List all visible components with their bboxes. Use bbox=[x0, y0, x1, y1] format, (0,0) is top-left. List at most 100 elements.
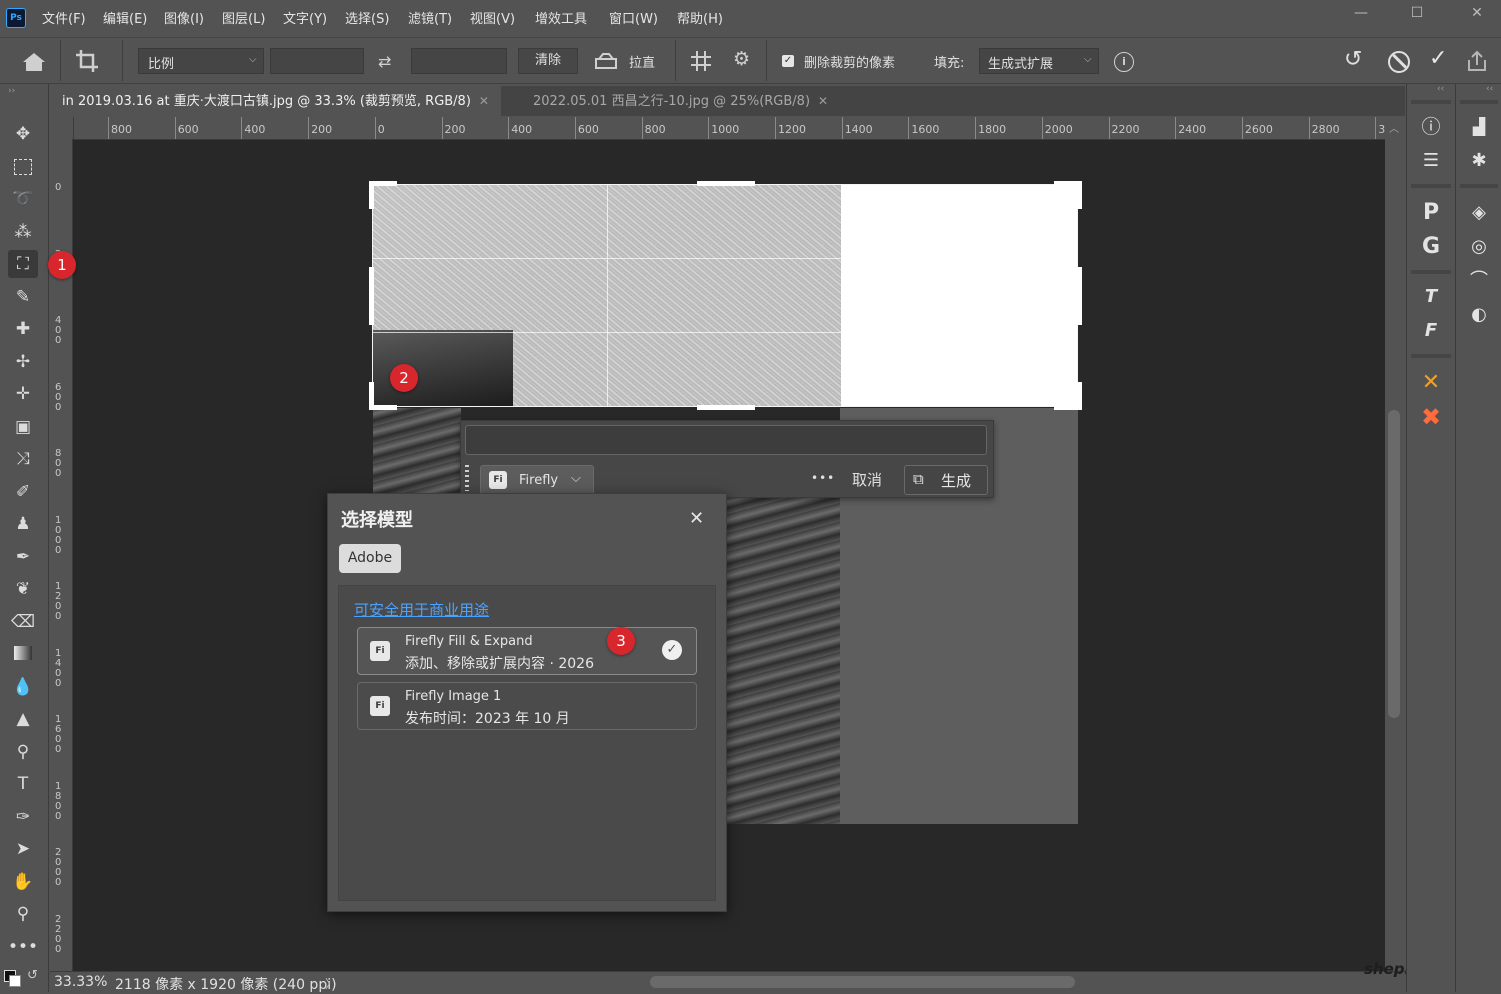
straighten-icon[interactable] bbox=[594, 51, 618, 71]
brush-icon[interactable]: ✐ bbox=[8, 478, 38, 506]
grid-overlay-icon[interactable] bbox=[690, 50, 712, 72]
histogram-panel-icon[interactable]: ▟ bbox=[1464, 112, 1494, 142]
close-window-button[interactable]: ✕ bbox=[1466, 4, 1488, 22]
status-menu-arrow[interactable]: 〉 bbox=[325, 975, 337, 992]
swap-icon[interactable]: ⇄ bbox=[378, 52, 391, 71]
healing-icon[interactable]: ✢ bbox=[8, 348, 38, 376]
menu-plugins[interactable]: 增效工具 bbox=[535, 8, 587, 27]
more-icon[interactable]: ••• bbox=[8, 933, 38, 961]
menu-select[interactable]: 选择(S) bbox=[345, 8, 389, 27]
properties-panel-icon[interactable]: ◐ bbox=[1464, 300, 1494, 330]
crop-frame[interactable] bbox=[372, 184, 1078, 407]
collapse-panel-icon[interactable]: ‹‹ bbox=[1437, 84, 1444, 94]
drag-handle-icon[interactable] bbox=[465, 465, 469, 491]
mixer-brush-icon[interactable]: ❦ bbox=[8, 575, 38, 603]
collapse-panel-icon[interactable]: ›› bbox=[8, 86, 15, 96]
vertical-scroll-thumb[interactable] bbox=[1388, 410, 1400, 718]
commit-crop-icon[interactable]: ✓ bbox=[1429, 46, 1447, 71]
eraser-icon[interactable]: ⌫ bbox=[8, 608, 38, 636]
blur-icon[interactable]: 💧 bbox=[8, 673, 38, 701]
reset-icon[interactable]: ↺ bbox=[1344, 47, 1362, 72]
info-icon[interactable]: i bbox=[1114, 52, 1134, 72]
plugin-p-icon[interactable]: P bbox=[1416, 198, 1446, 228]
sharpen-icon[interactable]: ▲ bbox=[8, 705, 38, 733]
marquee-icon[interactable] bbox=[8, 153, 38, 181]
info-panel-icon[interactable]: ⓘ bbox=[1416, 112, 1446, 142]
history-brush-icon[interactable]: ✒ bbox=[8, 543, 38, 571]
menu-filter[interactable]: 滤镜(T) bbox=[408, 8, 452, 27]
tab-document-2[interactable]: 2022.05.01 西昌之行-10.jpg @ 25%(RGB/8) ✕ bbox=[521, 86, 840, 116]
layers-panel-icon[interactable]: ◈ bbox=[1464, 198, 1494, 228]
stamp-icon[interactable]: ♟ bbox=[8, 510, 38, 538]
tab-document-1[interactable]: in 2019.03.16 at 重庆·大渡口古镇.jpg @ 33.3% (裁… bbox=[50, 86, 501, 116]
move-icon[interactable]: ✥ bbox=[8, 120, 38, 148]
menu-help[interactable]: 帮助(H) bbox=[677, 8, 723, 27]
clear-button[interactable]: 清除 bbox=[518, 48, 578, 74]
path-select-icon[interactable]: ➤ bbox=[8, 835, 38, 863]
cancel-button[interactable]: 取消 bbox=[852, 469, 882, 490]
close-icon[interactable]: ✕ bbox=[689, 508, 704, 529]
zoom-level[interactable]: 33.33% bbox=[54, 974, 107, 990]
hand-icon[interactable]: ✋ bbox=[8, 868, 38, 896]
menu-edit[interactable]: 编辑(E) bbox=[103, 8, 147, 27]
adjustments-panel-icon[interactable]: ☰ bbox=[1416, 146, 1446, 176]
menu-file[interactable]: 文件(F) bbox=[42, 8, 86, 27]
crop-tool-icon[interactable] bbox=[74, 48, 100, 74]
height-input[interactable] bbox=[411, 48, 507, 74]
menu-window[interactable]: 窗口(W) bbox=[609, 8, 658, 27]
zoom-icon[interactable]: ⚲ bbox=[8, 900, 38, 928]
ratio-dropdown[interactable]: 比例 ⌵ bbox=[138, 48, 264, 74]
menu-layer[interactable]: 图层(L) bbox=[222, 8, 265, 27]
commercial-safe-link[interactable]: 可安全用于商业用途 bbox=[354, 599, 489, 620]
patch-icon[interactable]: ✛ bbox=[8, 380, 38, 408]
generate-button[interactable]: ⧉ 生成 bbox=[904, 465, 988, 495]
scroll-up-icon[interactable]: ︿ bbox=[1389, 120, 1399, 135]
content-aware-icon[interactable]: ▣ bbox=[8, 413, 38, 441]
crop-handle[interactable] bbox=[369, 267, 374, 325]
straighten-label[interactable]: 拉直 bbox=[629, 52, 655, 71]
type-icon[interactable]: T bbox=[8, 770, 38, 798]
minimize-button[interactable]: — bbox=[1350, 4, 1372, 22]
provider-tab-adobe[interactable]: Adobe bbox=[339, 544, 401, 573]
spot-healing-icon[interactable]: ✚ bbox=[8, 315, 38, 343]
model-select-button[interactable]: Fi Firefly ⌵ bbox=[480, 465, 594, 495]
settings-gear-icon[interactable]: ⚙ bbox=[733, 48, 750, 70]
pen-icon[interactable]: ✑ bbox=[8, 803, 38, 831]
swap-colors-icon[interactable]: ↺ bbox=[27, 968, 38, 983]
home-icon[interactable] bbox=[20, 50, 48, 74]
crop-icon[interactable]: ⛶ bbox=[8, 250, 38, 278]
crop-handle[interactable] bbox=[1077, 267, 1082, 325]
prompt-input[interactable] bbox=[465, 425, 987, 455]
close-tab-icon[interactable]: ✕ bbox=[818, 94, 828, 108]
dodge-icon[interactable]: ⚲ bbox=[8, 738, 38, 766]
shuffle-icon[interactable]: ⤨ bbox=[8, 445, 38, 473]
paths-panel-icon[interactable]: ⌒ bbox=[1464, 266, 1494, 296]
delete-cropped-checkbox[interactable]: ✓ bbox=[782, 55, 794, 67]
channels-panel-icon[interactable]: ◎ bbox=[1464, 232, 1494, 262]
share-icon[interactable] bbox=[1466, 50, 1488, 72]
menu-view[interactable]: 视图(V) bbox=[470, 8, 515, 27]
character-panel-icon[interactable]: T bbox=[1416, 282, 1446, 312]
cancel-crop-icon[interactable] bbox=[1388, 51, 1410, 73]
crop-handle[interactable] bbox=[369, 382, 374, 410]
horizontal-scroll-thumb[interactable] bbox=[650, 976, 1075, 988]
crop-handle[interactable] bbox=[697, 181, 755, 186]
navigator-panel-icon[interactable]: ✱ bbox=[1464, 146, 1494, 176]
maximize-button[interactable]: ☐ bbox=[1406, 4, 1428, 22]
plugin-g-icon[interactable]: G bbox=[1416, 232, 1446, 262]
fill-dropdown[interactable]: 生成式扩展 ⌵ bbox=[979, 48, 1099, 74]
crop-handle[interactable] bbox=[369, 181, 374, 209]
collapse-panel-icon[interactable]: ‹‹ bbox=[1486, 84, 1493, 94]
crop-handle[interactable] bbox=[1077, 181, 1082, 209]
magic-wand-icon[interactable]: ⁂ bbox=[8, 218, 38, 246]
more-options-icon[interactable]: ••• bbox=[811, 471, 835, 485]
model-card-fill-expand[interactable]: Fi Firefly Fill & Expand 添加、移除或扩展内容 · 20… bbox=[357, 627, 697, 675]
background-color-swatch[interactable] bbox=[9, 975, 21, 987]
plugin-color-x-icon[interactable]: ✖ bbox=[1416, 402, 1446, 432]
width-input[interactable] bbox=[270, 48, 364, 74]
crop-handle[interactable] bbox=[697, 405, 755, 410]
menu-type[interactable]: 文字(Y) bbox=[283, 8, 327, 27]
eyedropper-icon[interactable]: ✎ bbox=[8, 283, 38, 311]
font-panel-icon[interactable]: F bbox=[1416, 316, 1446, 346]
plugin-x-icon[interactable]: ✕ bbox=[1416, 368, 1446, 398]
